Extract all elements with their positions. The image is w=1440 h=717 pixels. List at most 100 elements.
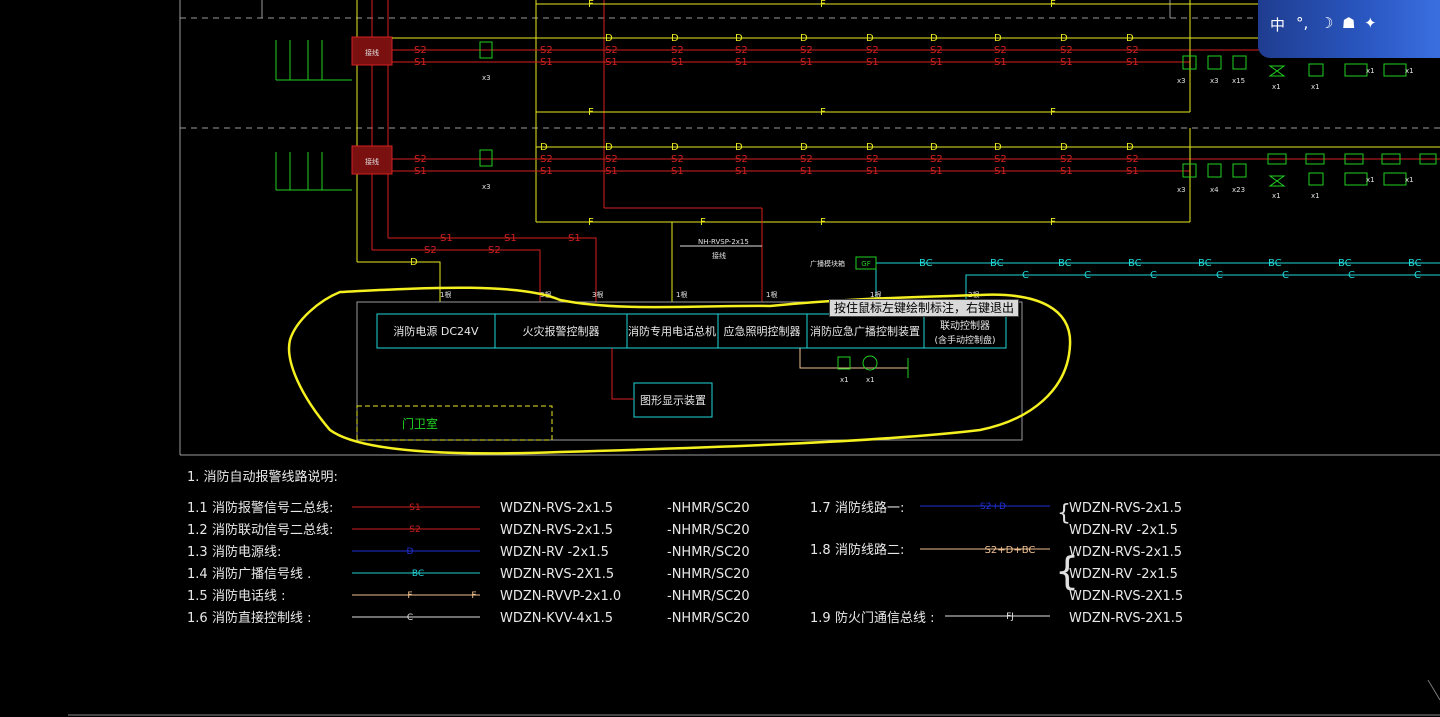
svg-text:x3: x3 xyxy=(482,74,491,82)
svg-text:WDZN-RVS-2x1.5: WDZN-RVS-2x1.5 xyxy=(500,501,613,516)
svg-text:S2: S2 xyxy=(866,45,879,56)
display-link xyxy=(611,348,634,400)
svg-text:(含手动控制盘): (含手动控制盘) xyxy=(934,334,995,346)
svg-text:S2+D: S2+D xyxy=(980,502,1006,512)
svg-text:F: F xyxy=(588,0,594,10)
svg-text:S1: S1 xyxy=(1060,57,1073,68)
svg-text:1根: 1根 xyxy=(676,290,687,299)
svg-text:C: C xyxy=(1414,270,1421,281)
phone-host-label: 消防专用电话总机 xyxy=(628,324,716,338)
svg-text:x1: x1 xyxy=(1366,67,1375,75)
svg-text:F: F xyxy=(588,217,594,228)
svg-text:S1: S1 xyxy=(1126,57,1139,68)
broadcast-module-label: 广播模块箱 xyxy=(810,259,845,268)
svg-text:D: D xyxy=(605,33,613,44)
svg-text:D: D xyxy=(1126,33,1134,44)
svg-text:D: D xyxy=(866,142,874,153)
linkage-controller-label: 联动控制器 xyxy=(940,319,990,332)
svg-text:F: F xyxy=(820,107,826,118)
ime-toolbar[interactable]: 中 °, ☽ ☗ ✦ xyxy=(1258,0,1440,58)
legend: 1. 消防自动报警线路说明: 1.1 消防报警信号二总线: S1 WDZN-RV… xyxy=(187,469,1183,626)
svg-text:-NHMR/SC20: -NHMR/SC20 xyxy=(667,523,750,538)
cad-drawing-canvas[interactable]: 接线 接线 D D D D D D D D D F F F F F F S2 S… xyxy=(0,0,1440,717)
graphic-display-label: 图形显示装置 xyxy=(640,394,706,407)
gf-box[interactable]: GF xyxy=(855,256,877,270)
ime-punct-toggle[interactable]: °, xyxy=(1296,14,1308,32)
svg-text:GF: GF xyxy=(861,260,870,268)
svg-text:BC: BC xyxy=(1268,258,1282,269)
equipment-labels: 消防电源 DC24V 火灾报警控制器 消防专用电话总机 应急照明控制器 消防应急… xyxy=(393,319,995,431)
svg-text:D: D xyxy=(540,142,548,153)
svg-text:消防线路二:: 消防线路二: xyxy=(835,542,904,558)
svg-text:接线: 接线 xyxy=(712,251,726,260)
svg-text:S2: S2 xyxy=(409,525,420,535)
svg-text:D: D xyxy=(1126,142,1134,153)
svg-text:S1: S1 xyxy=(409,503,420,513)
power-supply-label: 消防电源 DC24V xyxy=(393,324,479,338)
svg-text:x1: x1 xyxy=(1272,83,1281,91)
floor1-junction-box[interactable]: 接线 xyxy=(351,36,393,66)
svg-text:1根: 1根 xyxy=(440,290,451,299)
moon-icon[interactable]: ☽ xyxy=(1320,14,1333,32)
star-icon[interactable]: ✦ xyxy=(1364,14,1377,32)
svg-text:x3: x3 xyxy=(1177,77,1186,85)
svg-text:x1: x1 xyxy=(866,376,875,384)
device-counts: x3 x3 x3 x15 x1 x1 x1 x1 x3 x3 x4 x23 x1… xyxy=(482,67,1414,200)
svg-text:F: F xyxy=(1050,217,1056,228)
svg-text:C: C xyxy=(1216,270,1223,281)
ime-lang-toggle[interactable]: 中 xyxy=(1270,14,1285,35)
svg-text:S1: S1 xyxy=(1126,166,1139,177)
svg-text:F: F xyxy=(820,217,826,228)
svg-text:S2: S2 xyxy=(1126,154,1139,165)
svg-text:BC: BC xyxy=(1058,258,1072,269)
svg-text:F: F xyxy=(407,591,412,601)
svg-text:WDZN-RVS-2x1.5: WDZN-RVS-2x1.5 xyxy=(1069,545,1182,560)
svg-text:S1: S1 xyxy=(440,233,453,244)
svg-text:S2: S2 xyxy=(994,45,1007,56)
floor2-devices[interactable] xyxy=(479,149,1437,187)
svg-text:1.8: 1.8 xyxy=(810,543,831,558)
svg-text:S2: S2 xyxy=(605,154,618,165)
svg-text:S1: S1 xyxy=(866,57,879,68)
svg-text:F: F xyxy=(588,107,594,118)
svg-text:S1: S1 xyxy=(671,57,684,68)
svg-text:WDZN-RVS-2X1.5: WDZN-RVS-2X1.5 xyxy=(1069,611,1183,626)
legend-row-1.6: 1.6 消防直接控制线 : C WDZN-KVV-4x1.5 -NHMR/SC2… xyxy=(187,610,750,626)
svg-text:1.4: 1.4 xyxy=(187,567,208,582)
svg-text:S1: S1 xyxy=(540,57,553,68)
svg-text:S2: S2 xyxy=(930,154,943,165)
svg-text:1.2: 1.2 xyxy=(187,523,208,538)
svg-text:D: D xyxy=(735,142,743,153)
svg-text:S1: S1 xyxy=(735,166,748,177)
svg-text:S2: S2 xyxy=(424,245,437,256)
svg-text:S2: S2 xyxy=(800,154,813,165)
svg-text:S1: S1 xyxy=(930,166,943,177)
svg-text:x1: x1 xyxy=(1311,192,1320,200)
svg-text:C: C xyxy=(407,613,413,623)
svg-text:-NHMR/SC20: -NHMR/SC20 xyxy=(667,611,750,626)
broadcast-speakers[interactable] xyxy=(799,348,909,378)
svg-text:S2: S2 xyxy=(1126,45,1139,56)
skin-icon[interactable]: ☗ xyxy=(1342,14,1355,32)
vertical-risers xyxy=(356,0,605,262)
svg-text:S1: S1 xyxy=(866,166,879,177)
svg-text:C: C xyxy=(1084,270,1091,281)
svg-text:D: D xyxy=(800,142,808,153)
legend-row-1.7: 1.7 消防线路一: S2+D { WDZN-RVS-2x1.5 WDZN-RV… xyxy=(810,500,1182,538)
svg-text:S1: S1 xyxy=(994,57,1007,68)
svg-text:WDZN-RV -2x1.5: WDZN-RV -2x1.5 xyxy=(1069,567,1178,582)
svg-text:S2: S2 xyxy=(540,154,553,165)
svg-text:x1: x1 xyxy=(1405,67,1414,75)
floor2-junction-box[interactable]: 接线 xyxy=(351,145,393,175)
svg-text:BC: BC xyxy=(1408,258,1422,269)
svg-text:x1: x1 xyxy=(1405,176,1414,184)
legend-row-1.5: 1.5 消防电话线 : F F WDZN-RVVP-2x1.0 -NHMR/SC… xyxy=(187,588,750,604)
svg-text:S1: S1 xyxy=(735,57,748,68)
svg-text:1根: 1根 xyxy=(766,290,777,299)
svg-text:1.9: 1.9 xyxy=(810,611,831,626)
svg-text:消防直接控制线 :: 消防直接控制线 : xyxy=(212,610,312,626)
svg-text:F: F xyxy=(700,217,706,228)
svg-text:F: F xyxy=(820,0,826,10)
svg-text:D: D xyxy=(735,33,743,44)
svg-text:S1: S1 xyxy=(414,166,427,177)
